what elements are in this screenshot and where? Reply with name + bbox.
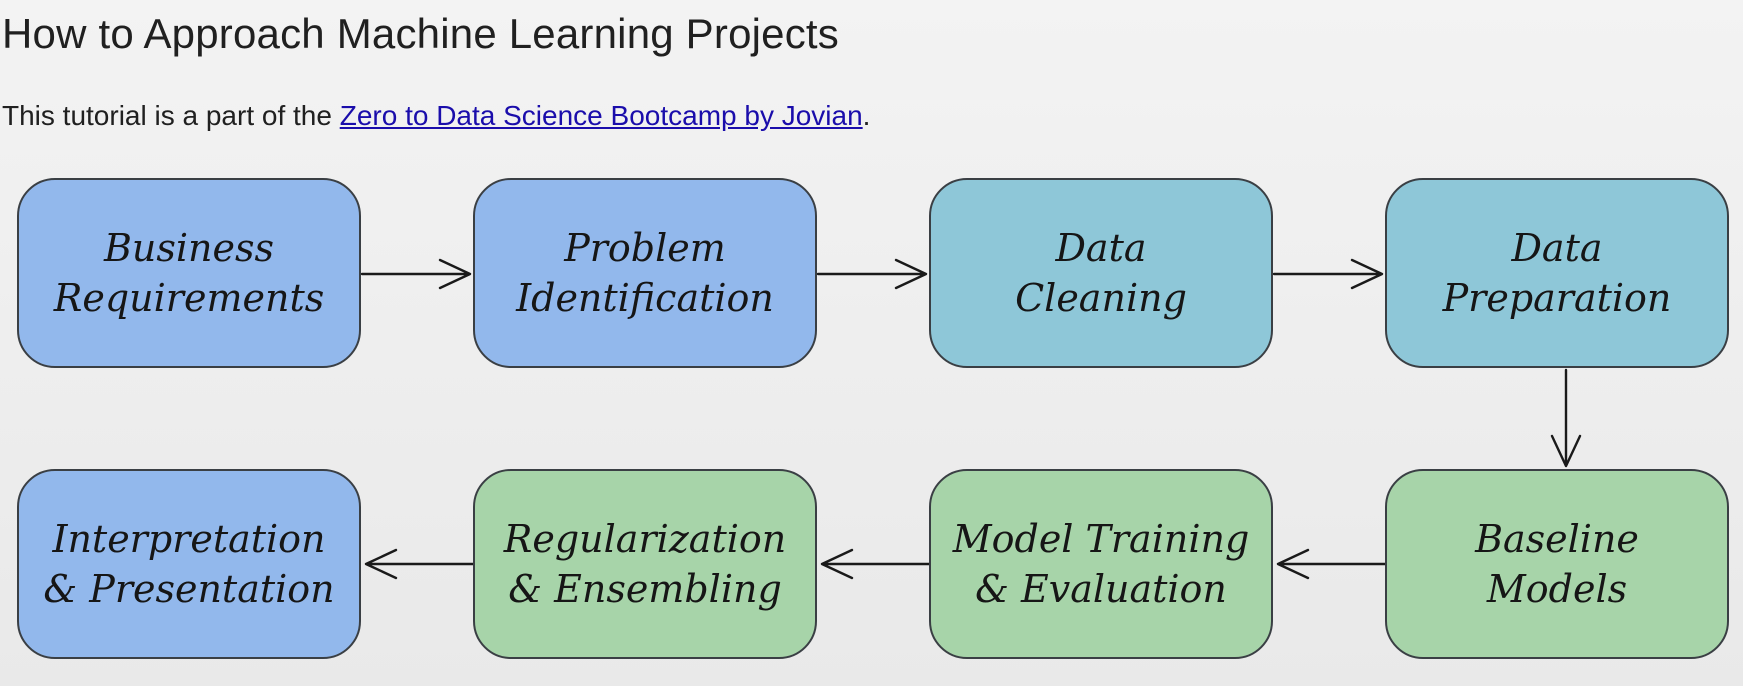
arrow-baseline-to-training bbox=[1276, 548, 1388, 580]
node-regularization: Regularization & Ensembling bbox=[473, 469, 817, 659]
node-label: Business Requirements bbox=[53, 226, 325, 320]
arrow-preparation-to-baseline bbox=[1550, 368, 1582, 468]
node-problem-identification: Problem Identification bbox=[473, 178, 817, 368]
node-label: Regularization & Ensembling bbox=[503, 517, 787, 611]
arrow-business-to-problem bbox=[360, 258, 472, 290]
node-label: Data Preparation bbox=[1442, 226, 1672, 320]
node-label: Baseline Models bbox=[1475, 517, 1639, 611]
node-model-training: Model Training & Evaluation bbox=[929, 469, 1273, 659]
node-label: Interpretation & Presentation bbox=[43, 517, 335, 611]
arrow-problem-to-cleaning bbox=[816, 258, 928, 290]
arrow-regularization-to-interpretation bbox=[364, 548, 476, 580]
notebook-page: How to Approach Machine Learning Project… bbox=[0, 0, 1743, 686]
node-label: Model Training & Evaluation bbox=[952, 517, 1250, 611]
node-business-requirements: Business Requirements bbox=[17, 178, 361, 368]
node-label: Problem Identification bbox=[516, 226, 774, 320]
node-label: Data Cleaning bbox=[1015, 226, 1187, 320]
node-data-cleaning: Data Cleaning bbox=[929, 178, 1273, 368]
node-interpretation: Interpretation & Presentation bbox=[17, 469, 361, 659]
arrow-training-to-regularization bbox=[820, 548, 932, 580]
node-baseline-models: Baseline Models bbox=[1385, 469, 1729, 659]
arrow-cleaning-to-preparation bbox=[1272, 258, 1384, 290]
node-data-preparation: Data Preparation bbox=[1385, 178, 1729, 368]
ml-workflow-diagram: Business Requirements Problem Identifica… bbox=[0, 0, 1743, 686]
